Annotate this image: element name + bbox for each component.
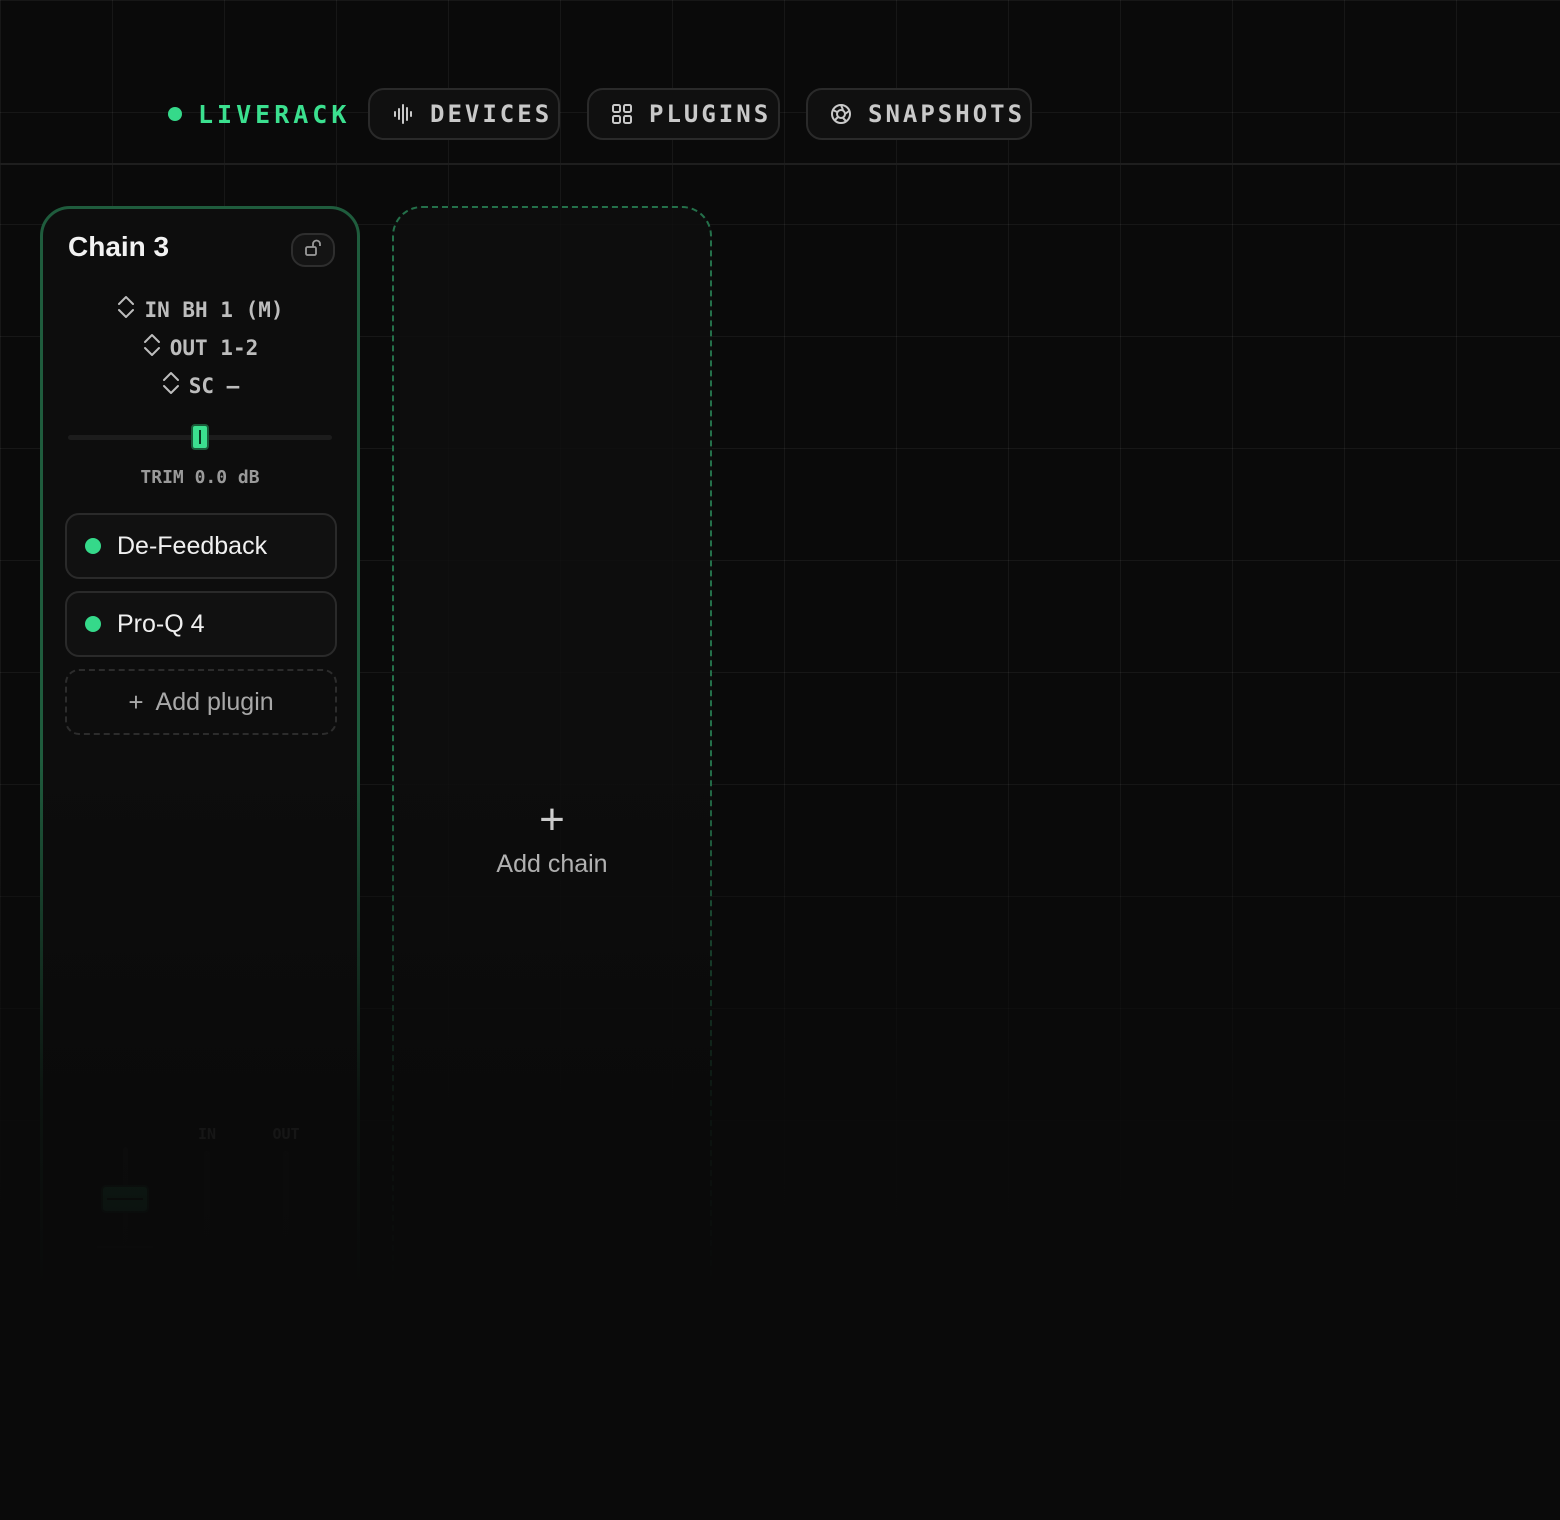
plugin-name: Pro-Q 4 — [117, 609, 205, 638]
tab-plugins[interactable]: PLUGINS — [587, 88, 780, 140]
unlock-icon — [303, 238, 323, 262]
output-select[interactable]: OUT 1-2 — [43, 331, 357, 364]
meter-out — [283, 1151, 289, 1373]
meter-in-label: IN — [197, 1125, 217, 1143]
chevron-updown-icon — [116, 293, 136, 326]
tab-plugins-label: PLUGINS — [649, 100, 772, 128]
plugin-slot-pro-q-4[interactable]: Pro-Q 4 — [65, 591, 337, 657]
add-plugin-label: Add plugin — [155, 687, 274, 716]
tab-snapshots[interactable]: SNAPSHOTS — [806, 88, 1032, 140]
chevron-updown-icon — [161, 369, 181, 402]
sidechain-select[interactable]: SC — — [43, 369, 357, 402]
add-plugin-button[interactable]: + Add plugin — [65, 669, 337, 735]
trim-slider-handle[interactable] — [191, 424, 209, 450]
brand: LIVERACK — [168, 96, 350, 132]
fader-tick — [97, 1332, 153, 1334]
input-select-value: IN BH 1 (M) — [144, 297, 284, 322]
volume-fader-handle[interactable] — [101, 1185, 149, 1213]
lock-button[interactable] — [291, 233, 335, 267]
mute-button[interactable]: MUTE — [99, 1415, 199, 1457]
volume-fader-track[interactable] — [123, 1147, 128, 1367]
plus-icon: + — [539, 795, 565, 844]
aperture-icon — [830, 103, 852, 125]
plugin-name: De-Feedback — [117, 531, 268, 560]
top-bar: LIVERACK DEVICES PLUGINS SNAPSHOTS — [0, 0, 1560, 165]
chain-strip: Chain 3 IN BH 1 (M) OUT 1-2 SC — TRIM 0.… — [40, 206, 360, 1480]
trim-label: TRIM 0.0 dB — [140, 467, 260, 488]
fader-tick — [97, 1246, 153, 1248]
sidechain-select-value: SC — — [188, 373, 240, 398]
add-chain-label: Add chain — [496, 850, 608, 878]
status-dot-icon — [168, 107, 182, 121]
meter-out-label: OUT — [272, 1125, 300, 1143]
input-select[interactable]: IN BH 1 (M) — [43, 293, 357, 326]
fader-tick — [97, 1294, 153, 1296]
tab-devices-label: DEVICES — [430, 100, 553, 128]
add-chain-content: + Add chain — [394, 798, 710, 879]
waveform-icon — [392, 103, 414, 125]
output-select-value: OUT 1-2 — [169, 335, 259, 360]
plugin-active-dot-icon[interactable] — [85, 616, 101, 632]
bypass-button[interactable]: BYP — [215, 1415, 303, 1457]
grid-icon — [611, 103, 633, 125]
plugin-slot-de-feedback[interactable]: De-Feedback — [65, 513, 337, 579]
meter-out-value: -inf — [265, 1375, 307, 1395]
chevron-updown-icon — [142, 331, 162, 364]
fader-value: 0.0 — [109, 1373, 141, 1393]
chain-title: Chain 3 — [68, 231, 170, 262]
tab-devices[interactable]: DEVICES — [368, 88, 560, 140]
plugin-active-dot-icon[interactable] — [85, 538, 101, 554]
tab-snapshots-label: SNAPSHOTS — [868, 100, 1026, 128]
plus-icon: + — [128, 686, 144, 717]
brand-name: LIVERACK — [198, 99, 351, 129]
add-chain-button[interactable]: + Add chain — [392, 206, 712, 1480]
meter-in-value: -inf — [186, 1375, 228, 1395]
meter-in — [204, 1151, 210, 1373]
